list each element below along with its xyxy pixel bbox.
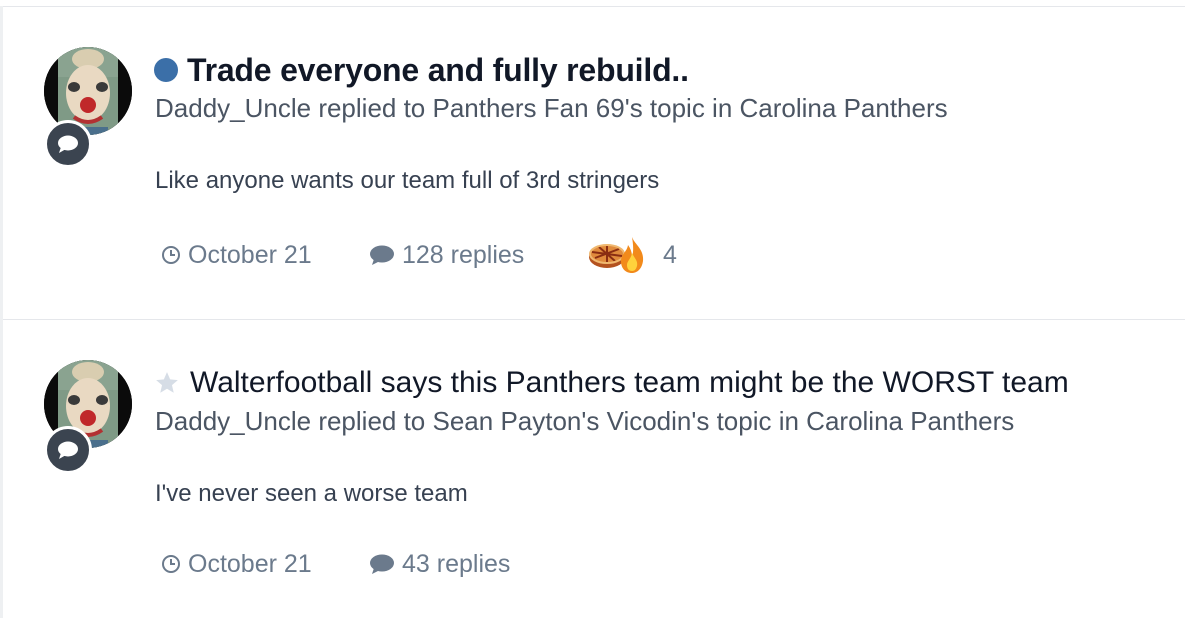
comment-type-badge xyxy=(44,426,92,474)
post-date: October 21 xyxy=(161,550,369,579)
reactions[interactable]: 4 xyxy=(587,235,677,275)
topic-title-row[interactable]: Walterfootball says this Panthers team m… xyxy=(154,364,1069,402)
reply-count: 43 replies xyxy=(369,550,587,579)
stats-row: October 21 128 replies 4 xyxy=(161,237,677,273)
comment-icon xyxy=(58,135,78,153)
activity-meta: Daddy_Uncle replied to Sean Payton's Vic… xyxy=(155,406,1015,436)
activity-meta: Daddy_Uncle replied to Panthers Fan 69's… xyxy=(155,93,948,123)
comment-icon xyxy=(369,553,395,575)
post-snippet: Like anyone wants our team full of 3rd s… xyxy=(155,167,660,194)
clock-icon xyxy=(161,245,181,265)
unread-dot-icon xyxy=(154,58,178,82)
post-snippet: I've never seen a worse team xyxy=(155,480,468,507)
topic-title[interactable]: Trade everyone and fully rebuild.. xyxy=(187,52,689,89)
replies-label: 43 replies xyxy=(402,549,511,578)
fire-icon xyxy=(617,235,647,275)
date-label: October 21 xyxy=(188,240,312,269)
reaction-count: 4 xyxy=(663,240,677,269)
post-date: October 21 xyxy=(161,241,369,270)
comment-icon xyxy=(58,441,78,459)
topic-title-row[interactable]: Trade everyone and fully rebuild.. xyxy=(154,51,689,89)
comment-icon xyxy=(369,244,395,266)
activity-item: Walterfootball says this Panthers team m… xyxy=(3,320,1185,618)
date-label: October 21 xyxy=(188,549,312,578)
stats-row: October 21 43 replies xyxy=(161,548,587,580)
clock-icon xyxy=(161,554,181,574)
activity-item: Trade everyone and fully rebuild.. Daddy… xyxy=(3,7,1185,319)
reply-count: 128 replies xyxy=(369,241,587,270)
topic-title[interactable]: Walterfootball says this Panthers team m… xyxy=(190,366,1069,400)
replies-label: 128 replies xyxy=(402,240,525,269)
comment-type-badge xyxy=(44,120,92,168)
star-icon xyxy=(154,370,180,396)
